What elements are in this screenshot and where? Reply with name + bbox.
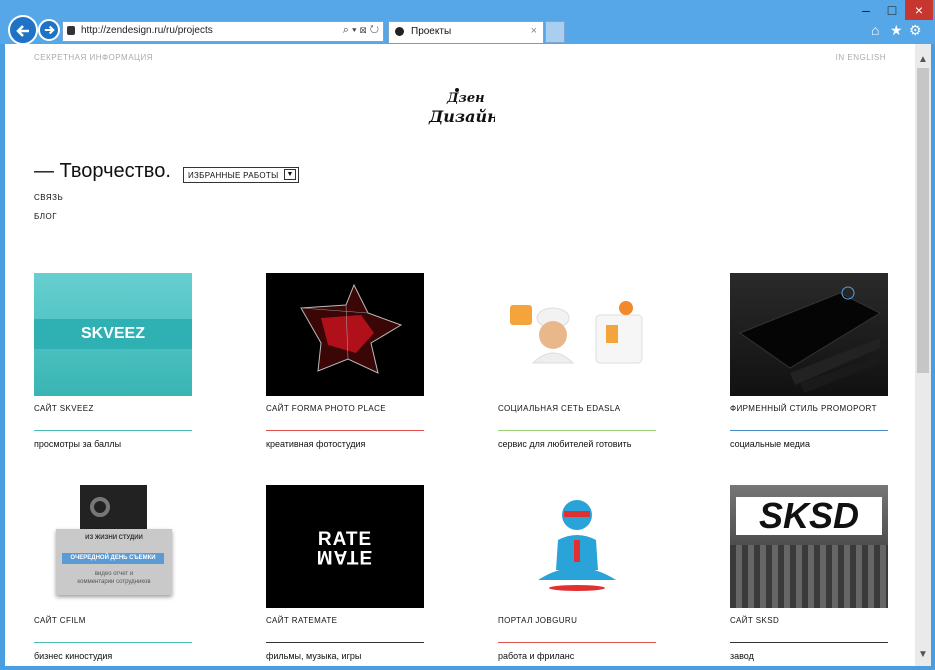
project-divider — [266, 430, 424, 431]
back-button[interactable] — [8, 15, 38, 45]
project-thumbnail[interactable]: ИЗ ЖИЗНИ СТУДИИ ОЧЕРЕДНОЙ ДЕНЬ СЪЕМКИ ви… — [34, 485, 192, 608]
favorites-star-icon[interactable]: ★ — [890, 22, 903, 39]
project-divider — [34, 430, 192, 431]
project-thumbnail[interactable] — [730, 273, 888, 396]
nav-blog[interactable]: БЛОГ — [34, 212, 57, 221]
ratemate-mirror-text: MATE — [316, 546, 374, 567]
project-description: просмотры за баллы — [34, 439, 122, 449]
back-arrow-icon — [16, 25, 29, 37]
project-title[interactable]: СОЦИАЛЬНАЯ СЕТЬ EDASLA — [498, 404, 620, 413]
scrollbar-thumb[interactable] — [917, 68, 929, 373]
overlay-header: ИЗ ЖИЗНИ СТУДИИ — [85, 535, 143, 541]
nav-contact[interactable]: СВЯЗЬ — [34, 193, 63, 202]
project-divider — [730, 430, 888, 431]
project-description: креативная фотостудия — [266, 439, 366, 449]
forward-button[interactable] — [38, 19, 60, 41]
home-icon[interactable]: ⌂ — [871, 22, 879, 38]
logo-word-top: Дзен — [446, 91, 485, 106]
english-link[interactable]: IN ENGLISH — [836, 53, 886, 62]
project-thumbnail[interactable]: RATE MATE — [266, 485, 424, 608]
address-bar[interactable]: http://zendesign.ru/ru/projects ⌕ ▾ ⊠ ↻ — [62, 21, 384, 42]
project-description: завод — [730, 651, 754, 661]
forward-arrow-icon — [44, 25, 55, 35]
page-viewport: СЕКРЕТНАЯ ИНФОРМАЦИЯ IN ENGLISH Дзен Диз… — [5, 44, 931, 666]
project-title[interactable]: САЙТ CFILM — [34, 616, 86, 625]
project-title[interactable]: САЙТ SKSD — [730, 616, 779, 625]
camera-photo — [80, 485, 147, 530]
project-thumbnail[interactable] — [266, 273, 424, 396]
tab-favicon-icon — [395, 27, 404, 36]
project-title[interactable]: САЙТ RATEMATE — [266, 616, 337, 625]
minimize-button[interactable]: – — [853, 0, 879, 20]
project-divider — [730, 642, 888, 643]
overlay-sub2: комментарии сотрудников — [77, 579, 151, 585]
tab-projects[interactable]: Проекты × — [388, 21, 544, 43]
project-thumbnail[interactable] — [498, 273, 656, 396]
project-thumbnail[interactable]: SKSD — [730, 485, 888, 608]
factory-photo — [730, 545, 888, 608]
project-description: работа и фриланс — [498, 651, 575, 661]
project-title[interactable]: ПОРТАЛ JOBGURU — [498, 616, 577, 625]
project-thumbnail[interactable] — [498, 485, 656, 608]
meditating-guru-graphic — [538, 500, 616, 591]
project-title[interactable]: ФИРМЕННЫЙ СТИЛЬ PROMOPORT — [730, 404, 877, 413]
star-photo-graphic — [300, 283, 403, 374]
scroll-down-icon[interactable]: ▼ — [918, 649, 928, 660]
chef-bag-graphic — [510, 301, 643, 364]
cfilm-overlay-panel: ИЗ ЖИЗНИ СТУДИИ ОЧЕРЕДНОЙ ДЕНЬ СЪЕМКИ ви… — [56, 529, 172, 595]
sksd-thumb-text: SKSD — [758, 495, 860, 536]
overlay-shoot-button[interactable]: ОЧЕРЕДНОЙ ДЕНЬ СЪЕМКИ — [62, 553, 164, 564]
project-thumbnail[interactable]: SKVEEZ — [34, 273, 192, 396]
project-divider — [498, 430, 656, 431]
project-title[interactable]: САЙТ FORMA PHOTO PLACE — [266, 404, 386, 413]
settings-gear-icon[interactable]: ⚙ — [909, 22, 922, 39]
project-divider — [498, 642, 656, 643]
scroll-up-icon[interactable]: ▲ — [918, 54, 928, 65]
site-logo[interactable]: Дзен Дизайн — [425, 84, 499, 139]
business-cards-graphic — [738, 286, 882, 393]
project-title[interactable]: САЙТ SKVEEZ — [34, 404, 94, 413]
logo-word-bottom: Дизайн — [428, 107, 495, 126]
works-filter-select[interactable]: ИЗБРАННЫЕ РАБОТЫ ▼ — [183, 167, 299, 183]
project-description: бизнес киностудия — [34, 651, 113, 661]
project-divider — [34, 642, 192, 643]
secret-info-link[interactable]: СЕКРЕТНАЯ ИНФОРМАЦИЯ — [34, 53, 153, 62]
vertical-scrollbar[interactable]: ▲ ▼ — [915, 44, 931, 666]
project-description: социальные медиа — [730, 439, 810, 449]
overlay-sub1: видео отчет и — [94, 571, 134, 577]
project-divider — [266, 642, 424, 643]
browser-window: – □ × http://zendesign.ru/ru/projects ⌕ … — [0, 0, 935, 670]
chevron-down-icon[interactable]: ▼ — [284, 169, 296, 180]
tab-label: Проекты — [411, 26, 452, 37]
site-icon — [67, 26, 75, 35]
maximize-button[interactable]: □ — [879, 0, 905, 20]
tab-close-icon[interactable]: × — [531, 25, 537, 37]
address-url[interactable]: http://zendesign.ru/ru/projects — [81, 25, 213, 36]
works-filter-value: ИЗБРАННЫЕ РАБОТЫ — [188, 171, 279, 180]
project-description: сервис для любителей готовить — [498, 439, 632, 449]
address-tools-icon[interactable]: ⌕ ▾ ⊠ ↻ — [343, 24, 379, 37]
page-title: — Творчество. — [34, 160, 171, 182]
project-description: фильмы, музыка, игры — [266, 651, 362, 661]
new-tab-button[interactable] — [545, 21, 565, 43]
logo-graphic: Дзен Дизайн — [428, 88, 499, 126]
close-window-button[interactable]: × — [905, 0, 933, 20]
skveez-thumb-text: SKVEEZ — [80, 325, 145, 342]
